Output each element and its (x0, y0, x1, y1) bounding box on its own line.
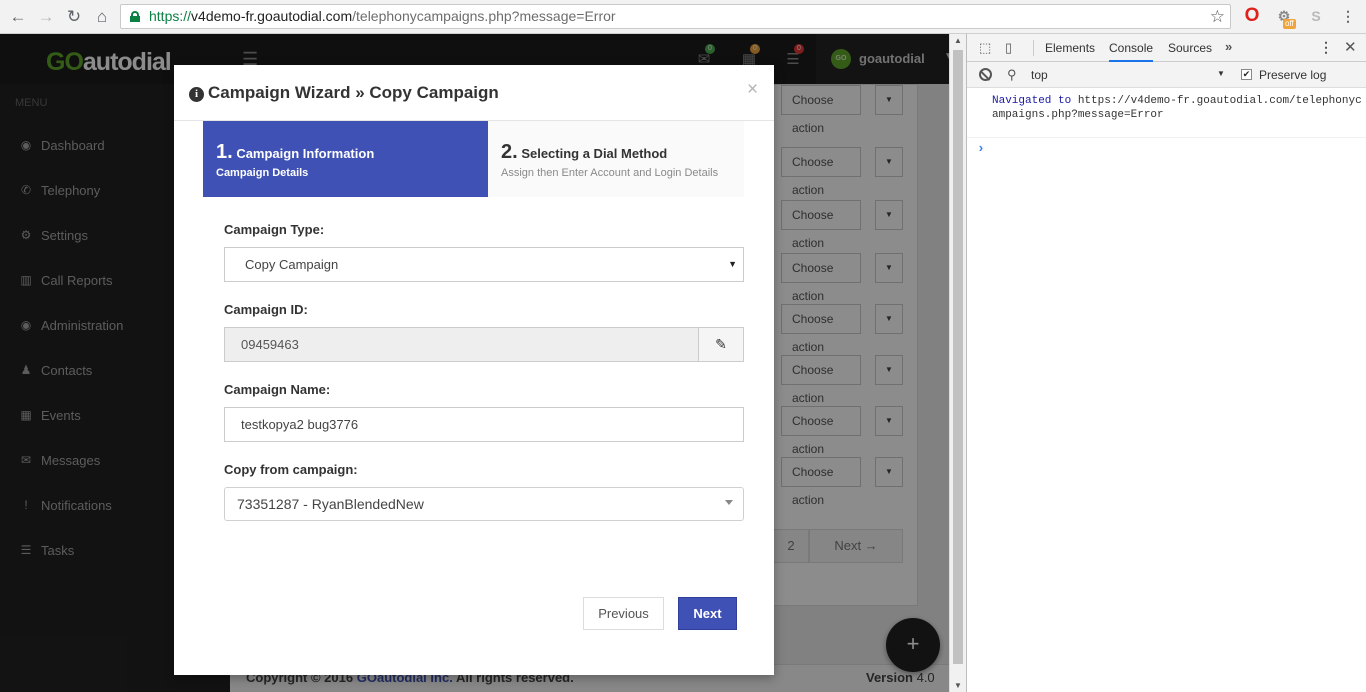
tab-console[interactable]: Console (1109, 41, 1154, 62)
more-tabs-icon[interactable]: » (1225, 39, 1232, 54)
edit-campaign-id-button[interactable]: ✎ (698, 327, 744, 362)
tab-elements[interactable]: Elements (1045, 41, 1095, 55)
modal-header: i Campaign Wizard » Copy Campaign × (174, 65, 774, 121)
step-number: 1. (216, 141, 233, 163)
tab-sources[interactable]: Sources (1168, 41, 1212, 55)
address-bar[interactable]: https://v4demo-fr.goautodial.com/telepho… (120, 4, 1231, 29)
preserve-log-checkbox[interactable]: ✔ (1241, 69, 1252, 80)
campaign-type-label: Campaign Type: (224, 222, 325, 237)
devtools-tabbar: ⬚ ▯ Elements Console Sources » ⋮ ✕ (967, 34, 1366, 62)
device-toolbar-icon[interactable]: ▯ (1005, 40, 1012, 56)
campaign-name-input[interactable] (224, 407, 744, 442)
opera-extension-icon[interactable]: O (1242, 6, 1262, 26)
chevron-down-icon: ▼ (728, 259, 737, 269)
forward-arrow-icon[interactable]: → (34, 5, 58, 29)
close-icon[interactable]: ✕ (1344, 38, 1357, 56)
browser-menu-icon[interactable]: ⋮ (1338, 6, 1358, 26)
back-arrow-icon[interactable]: ← (6, 5, 30, 29)
wizard-step-2[interactable]: 2. Selecting a Dial Method Assign then E… (488, 121, 744, 197)
bookmark-star-icon[interactable]: ☆ (1210, 5, 1225, 28)
lock-icon (130, 11, 140, 22)
reload-icon[interactable]: ↻ (62, 5, 86, 29)
campaign-name-label: Campaign Name: (224, 382, 331, 397)
page-scrollbar[interactable]: ▲ ▼ (949, 34, 966, 692)
campaign-id-label: Campaign ID: (224, 302, 308, 317)
copy-from-value: 73351287 - RyanBlendedNew (237, 496, 424, 512)
campaign-type-value: Copy Campaign (245, 257, 339, 272)
home-icon[interactable]: ⌂ (90, 5, 114, 29)
extension-off-badge: off (1283, 19, 1296, 29)
skype-extension-icon[interactable]: S (1306, 6, 1326, 26)
devtools-menu-icon[interactable]: ⋮ (1319, 39, 1333, 56)
step-title: Campaign Information (236, 146, 375, 161)
filter-icon[interactable]: ⚲ (1007, 67, 1017, 83)
close-icon[interactable]: × (747, 79, 758, 101)
chevron-down-icon (725, 500, 733, 505)
wizard-step-1[interactable]: 1. Campaign Information Campaign Details (203, 121, 488, 197)
devtools-panel: ⬚ ▯ Elements Console Sources » ⋮ ✕ ⚲ top… (966, 34, 1366, 692)
inspect-element-icon[interactable]: ⬚ (979, 40, 991, 56)
browser-toolbar: ← → ↻ ⌂ https://v4demo-fr.goautodial.com… (0, 0, 1366, 34)
console-toolbar: ⚲ top ▼ ✔ Preserve log (967, 62, 1366, 88)
console-output: Navigated to https://v4demo-fr.goautodia… (967, 88, 1366, 692)
scroll-thumb[interactable] (953, 50, 963, 664)
pencil-icon: ✎ (715, 336, 727, 352)
previous-button[interactable]: Previous (583, 597, 664, 630)
url-path: /telephonycampaigns.php?message=Error (352, 8, 616, 24)
campaign-type-select[interactable]: Copy Campaign ▼ (224, 247, 744, 282)
info-icon: i (189, 87, 204, 102)
step-subtitle: Campaign Details (216, 167, 309, 179)
next-button[interactable]: Next (678, 597, 737, 630)
step-title: Selecting a Dial Method (521, 146, 668, 161)
url-host: v4demo-fr.goautodial.com (191, 8, 353, 24)
preserve-log-label: Preserve log (1259, 68, 1327, 82)
step-number: 2. (501, 141, 518, 163)
campaign-id-field: 09459463 (224, 327, 699, 362)
console-prompt-icon[interactable]: › (977, 141, 985, 156)
copy-from-label: Copy from campaign: (224, 462, 358, 477)
copy-from-campaign-select[interactable]: 73351287 - RyanBlendedNew (224, 487, 744, 521)
step-subtitle: Assign then Enter Account and Login Deta… (501, 167, 719, 179)
campaign-wizard-modal: i Campaign Wizard » Copy Campaign × 1. Ca… (174, 65, 774, 675)
clear-console-icon[interactable] (979, 68, 992, 81)
console-message: Navigated to https://v4demo-fr.goautodia… (992, 95, 1362, 121)
scroll-up-icon[interactable]: ▲ (954, 36, 962, 45)
chevron-down-icon[interactable]: ▼ (1217, 69, 1225, 78)
modal-title: i Campaign Wizard » Copy Campaign (189, 83, 499, 103)
url-protocol: https:// (149, 8, 192, 24)
scroll-down-icon[interactable]: ▼ (954, 681, 962, 690)
context-select[interactable]: top (1031, 68, 1048, 82)
